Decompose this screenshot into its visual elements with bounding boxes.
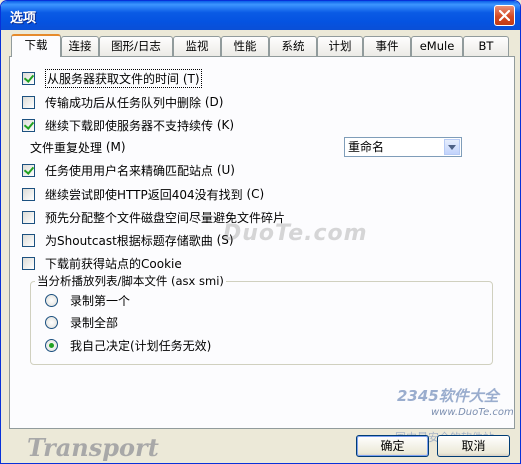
tab-bt[interactable]: BT	[463, 36, 509, 56]
tab-emule[interactable]: eMule	[411, 36, 463, 56]
title-bar[interactable]: 选项	[1, 1, 520, 30]
duplicate-handling-select[interactable]: 重命名	[344, 137, 462, 157]
option-get-time-from-server[interactable]: 从服务器获取文件的时间 (T)	[22, 68, 202, 88]
option-hotkey: (D)	[204, 95, 224, 109]
close-button[interactable]	[494, 5, 515, 26]
option-label: 继续下载即使服务器不支持续传	[45, 118, 214, 133]
corner-watermark-title: 2345软件大全	[397, 387, 499, 405]
option-hotkey: (U)	[216, 163, 235, 177]
watermark-text: DuoTe.com	[223, 221, 368, 246]
checkbox[interactable]	[22, 256, 35, 270]
radio-button[interactable]	[45, 293, 58, 307]
ok-button[interactable]: 确定	[356, 435, 429, 457]
option-label-wrap: 从服务器获取文件的时间 (T)	[45, 68, 202, 88]
duplicate-hotkey: (M)	[105, 140, 126, 154]
tab-monitor[interactable]: 监视	[173, 36, 221, 56]
option-hotkey: (K)	[216, 118, 235, 132]
radio-label: 我自己决定(计划任务无效)	[70, 338, 212, 353]
option-shoutcast-title[interactable]: 为Shoutcast根据标题存储歌曲 (S)	[22, 232, 234, 248]
option-label: 任务使用用户名来精确匹配站点	[45, 163, 214, 178]
option-match-site-user[interactable]: 任务使用用户名来精确匹配站点 (U)	[22, 162, 235, 178]
options-dialog: 选项 下载 连接 图形/日志 监视 性能 系统 计划 事件 eMule BT 从…	[0, 0, 521, 464]
tab-download[interactable]: 下载	[11, 34, 61, 57]
tab-connection[interactable]: 连接	[61, 36, 99, 56]
checkbox[interactable]	[22, 163, 35, 177]
radio-record-first[interactable]: 录制第一个	[45, 292, 130, 308]
dropdown-arrow-icon[interactable]	[444, 139, 460, 155]
option-delete-after-transfer[interactable]: 传输成功后从任务队列中删除 (D)	[22, 94, 223, 110]
brand-transport-label: Transport	[27, 433, 159, 462]
radio-label: 录制全部	[70, 315, 119, 330]
option-hotkey: (T)	[182, 71, 200, 86]
tab-performance[interactable]: 性能	[221, 36, 269, 56]
checkbox[interactable]	[22, 95, 35, 109]
tab-strip: 下载 连接 图形/日志 监视 性能 系统 计划 事件 eMule BT	[9, 34, 515, 57]
radio-decide-myself[interactable]: 我自己决定(计划任务无效)	[45, 337, 211, 353]
checkbox[interactable]	[22, 118, 35, 132]
radio-button[interactable]	[45, 315, 58, 329]
radio-button[interactable]	[45, 338, 58, 352]
tab-system[interactable]: 系统	[269, 36, 317, 56]
tab-events[interactable]: 事件	[363, 36, 411, 56]
option-continue-if-no-resume[interactable]: 继续下载即使服务器不支持续传 (K)	[22, 117, 234, 133]
cancel-button[interactable]: 取消	[437, 435, 510, 457]
checkbox[interactable]	[22, 233, 35, 247]
checkbox[interactable]	[22, 71, 35, 85]
option-retry-on-404[interactable]: 继续尝试即使HTTP返回404没有找到 (C)	[22, 186, 264, 202]
tab-schedule[interactable]: 计划	[317, 36, 363, 56]
window-title: 选项	[10, 11, 37, 26]
option-label: 为Shoutcast根据标题存储歌曲	[45, 233, 213, 248]
close-icon	[499, 10, 510, 21]
option-label: 下载前获得站点的Cookie	[45, 256, 182, 271]
tab-graphics-log[interactable]: 图形/日志	[99, 36, 173, 56]
option-label: 传输成功后从任务队列中删除	[45, 95, 202, 110]
corner-watermark-url: www.DuoTe.com	[431, 407, 514, 418]
option-hotkey: (C)	[246, 187, 265, 201]
checkbox[interactable]	[22, 210, 35, 224]
radio-record-all[interactable]: 录制全部	[45, 314, 118, 330]
select-value: 重命名	[348, 140, 385, 154]
radio-label: 录制第一个	[70, 293, 131, 308]
playlist-group-legend: 当分析播放列表/脚本文件 (asx smi)	[35, 273, 226, 289]
option-get-cookie[interactable]: 下载前获得站点的Cookie	[22, 255, 182, 271]
duplicate-handling-label: 文件重复处理 (M)	[30, 139, 126, 155]
option-label: 继续尝试即使HTTP返回404没有找到	[45, 187, 243, 202]
duplicate-label-text: 文件重复处理	[30, 140, 103, 155]
option-label: 从服务器获取文件的时间	[47, 71, 180, 86]
checkbox[interactable]	[22, 187, 35, 201]
